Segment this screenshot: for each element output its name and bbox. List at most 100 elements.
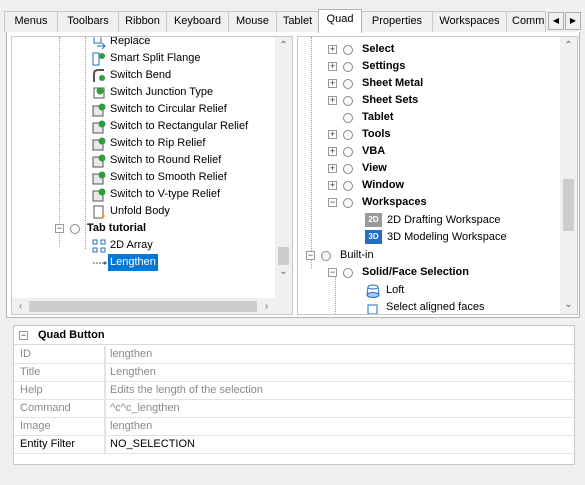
- tree-group-window[interactable]: + Window: [298, 177, 560, 194]
- tree-item[interactable]: Switch to Circular Relief: [12, 101, 276, 118]
- property-row-command[interactable]: Command ^c^c_lengthen: [14, 400, 574, 418]
- tree-group-tab-tutorial[interactable]: − Tab tutorial: [12, 220, 276, 237]
- tree-item-loft[interactable]: Loft: [298, 282, 560, 299]
- tab-menus[interactable]: Menus: [4, 11, 58, 32]
- tree-group-label: Workspaces: [362, 196, 427, 208]
- tab-properties[interactable]: Properties: [361, 11, 433, 32]
- collapse-icon[interactable]: −: [55, 224, 64, 233]
- scroll-down-icon[interactable]: ⌄: [275, 263, 292, 280]
- lengthen-icon: [93, 261, 107, 265]
- chevron-right-icon[interactable]: ▶: [565, 12, 581, 30]
- tree-item[interactable]: Unfold Body: [12, 203, 276, 220]
- tree-item-select-aligned[interactable]: Select aligned faces: [298, 299, 560, 314]
- property-row-title[interactable]: Title Lengthen: [14, 364, 574, 382]
- scroll-thumb[interactable]: [29, 301, 257, 312]
- tab-quad[interactable]: Quad: [318, 9, 362, 33]
- scroll-right-icon[interactable]: ›: [258, 298, 275, 314]
- vertical-scrollbar[interactable]: ⌃ ⌄: [275, 37, 292, 280]
- tree-group-settings[interactable]: + Settings: [298, 58, 560, 75]
- vertical-scrollbar[interactable]: ⌃ ⌄: [560, 37, 577, 314]
- expand-icon[interactable]: +: [328, 45, 337, 54]
- quad-group-icon: [343, 181, 353, 191]
- tree-group-view[interactable]: + View: [298, 160, 560, 177]
- tree-group-workspaces[interactable]: − Workspaces: [298, 194, 560, 211]
- scroll-left-icon[interactable]: ‹: [12, 298, 29, 314]
- tree-group-sheet-metal[interactable]: + Sheet Metal: [298, 75, 560, 92]
- collapse-icon[interactable]: −: [328, 198, 337, 207]
- tab-ribbon[interactable]: Ribbon: [118, 11, 167, 32]
- tree-item[interactable]: Switch to Smooth Relief: [12, 169, 276, 186]
- expand-icon[interactable]: +: [328, 130, 337, 139]
- tab-toolbars[interactable]: Toolbars: [57, 11, 119, 32]
- tree-item-label: Loft: [386, 284, 405, 296]
- tab-mouse[interactable]: Mouse: [228, 11, 277, 32]
- tree-item-selected[interactable]: Lengthen: [12, 254, 276, 271]
- tree-group-tablet[interactable]: Tablet: [298, 109, 560, 126]
- quad-group-icon: [343, 113, 353, 123]
- quad-panel: Replace Smart Split Flange Switch Bend S…: [6, 32, 580, 318]
- tree-group-sheet-sets[interactable]: + Sheet Sets: [298, 92, 560, 109]
- scroll-down-icon[interactable]: ⌄: [560, 296, 577, 313]
- tree-group-label: Solid/Face Selection: [362, 266, 469, 278]
- tree-item[interactable]: Switch Bend: [12, 67, 276, 84]
- tree-item-label: Switch Junction Type: [110, 86, 214, 98]
- horizontal-scrollbar[interactable]: ‹ ›: [12, 298, 275, 314]
- right-tree: + Select + Settings + Sheet Metal + Shee…: [297, 36, 578, 315]
- tree-group-built-in[interactable]: − Built-in: [298, 247, 560, 264]
- property-value[interactable]: lengthen: [110, 418, 152, 435]
- v-type-relief-icon: [92, 188, 106, 202]
- property-value[interactable]: ^c^c_lengthen: [110, 400, 180, 417]
- tree-item[interactable]: Switch Junction Type: [12, 84, 276, 101]
- vertical-scrollbar-track: [275, 280, 292, 298]
- scroll-thumb[interactable]: [563, 179, 574, 231]
- collapse-icon[interactable]: −: [19, 331, 28, 340]
- tree-group-label: View: [362, 162, 387, 174]
- workspace-2d-icon: 2D: [365, 213, 382, 227]
- collapse-icon[interactable]: −: [328, 268, 337, 277]
- workspace-3d-icon: 3D: [365, 230, 382, 244]
- tab-keyboard[interactable]: Keyboard: [166, 11, 229, 32]
- scroll-up-icon[interactable]: ⌃: [560, 37, 577, 54]
- tab-comm[interactable]: Comm: [506, 11, 546, 32]
- property-name: ID: [14, 346, 105, 364]
- collapse-icon[interactable]: −: [306, 251, 315, 260]
- tree-item[interactable]: Switch to Rip Relief: [12, 135, 276, 152]
- tree-group-solid-face[interactable]: − Solid/Face Selection: [298, 264, 560, 281]
- property-value[interactable]: Edits the length of the selection: [110, 382, 263, 399]
- chevron-left-icon[interactable]: ◀: [548, 12, 564, 30]
- property-row-entity-filter[interactable]: Entity Filter NO_SELECTION: [14, 436, 574, 454]
- property-row-help[interactable]: Help Edits the length of the selection: [14, 382, 574, 400]
- property-row-id[interactable]: ID lengthen: [14, 346, 574, 364]
- tree-item-label: Lengthen: [108, 254, 158, 271]
- tree-item-2d-drafting[interactable]: 2D 2D Drafting Workspace: [298, 212, 560, 229]
- unfold-body-icon: [93, 205, 105, 219]
- tree-group-label: Sheet Metal: [362, 77, 424, 89]
- expand-icon[interactable]: +: [328, 62, 337, 71]
- expand-icon[interactable]: +: [328, 147, 337, 156]
- tree-group-select[interactable]: + Select: [298, 41, 560, 58]
- scroll-up-icon[interactable]: ⌃: [275, 37, 292, 54]
- expand-icon[interactable]: +: [328, 164, 337, 173]
- tree-item-3d-modeling[interactable]: 3D 3D Modeling Workspace: [298, 229, 560, 246]
- property-category[interactable]: − Quad Button: [14, 326, 574, 345]
- property-value[interactable]: lengthen: [110, 346, 152, 363]
- tree-group-vba[interactable]: + VBA: [298, 143, 560, 160]
- tab-tablet[interactable]: Tablet: [276, 11, 319, 32]
- tree-group-label: Select: [362, 43, 395, 55]
- property-value[interactable]: NO_SELECTION: [110, 436, 195, 453]
- expand-icon[interactable]: +: [328, 79, 337, 88]
- array-icon: [92, 239, 106, 253]
- circular-relief-icon: [92, 103, 106, 117]
- property-row-image[interactable]: Image lengthen: [14, 418, 574, 436]
- expand-icon[interactable]: +: [328, 96, 337, 105]
- expand-icon[interactable]: +: [328, 181, 337, 190]
- tree-item[interactable]: Switch to Round Relief: [12, 152, 276, 169]
- tree-item[interactable]: Switch to V-type Relief: [12, 186, 276, 203]
- tab-workspaces[interactable]: Workspaces: [432, 11, 507, 32]
- tree-item[interactable]: Switch to Rectangular Relief: [12, 118, 276, 135]
- tree-group-tools[interactable]: + Tools: [298, 126, 560, 143]
- property-value[interactable]: Lengthen: [110, 364, 156, 381]
- tree-item[interactable]: Smart Split Flange: [12, 50, 276, 67]
- tree-item-label: Switch to V-type Relief: [110, 188, 221, 200]
- tree-item[interactable]: 2D Array: [12, 237, 276, 254]
